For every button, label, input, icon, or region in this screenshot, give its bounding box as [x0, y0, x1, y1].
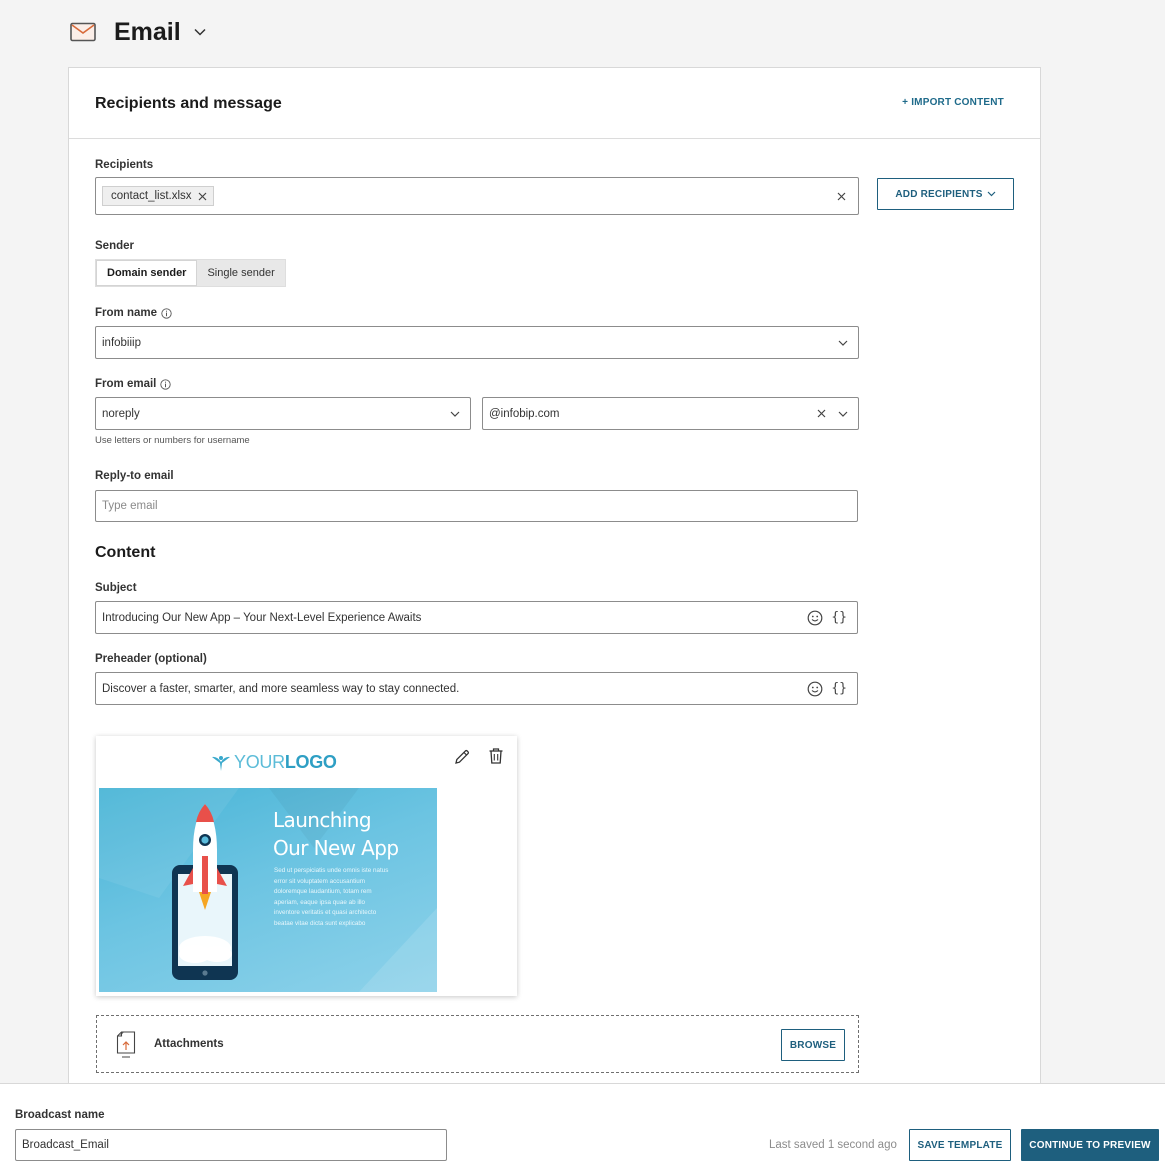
chevron-down-icon[interactable]	[450, 411, 460, 417]
username-hint: Use letters or numbers for username	[95, 435, 250, 446]
attachments-label: Attachments	[154, 1038, 224, 1050]
logo-mark-icon	[211, 754, 231, 772]
username-value: noreply	[102, 407, 140, 420]
from-name-label-text: From name	[95, 307, 157, 319]
preheader-value: Discover a faster, smarter, and more sea…	[102, 682, 460, 695]
sender-label: Sender	[95, 240, 134, 252]
recipients-label: Recipients	[95, 159, 154, 171]
pencil-icon[interactable]	[453, 748, 471, 766]
clear-icon[interactable]	[837, 192, 846, 201]
banner-title-line1: Launching	[273, 808, 372, 832]
broadcast-name-value: Broadcast_Email	[22, 1139, 109, 1151]
chip-remove-icon[interactable]	[198, 192, 207, 201]
add-recipients-button[interactable]: ADD RECIPIENTS	[877, 178, 1014, 210]
card-header: Recipients and message + IMPORT CONTENT	[69, 68, 1040, 139]
recipients-message-card: Recipients and message + IMPORT CONTENT …	[68, 67, 1041, 1097]
add-recipients-label: ADD RECIPIENTS	[895, 188, 983, 200]
subject-value: Introducing Our New App – Your Next-Leve…	[102, 611, 422, 624]
info-icon[interactable]	[161, 307, 172, 319]
envelope-icon	[70, 22, 96, 42]
template-banner-image: Launching Our New App Sed ut perspiciati…	[99, 788, 437, 992]
subject-input[interactable]: Introducing Our New App – Your Next-Leve…	[95, 601, 858, 634]
sender-toggle: Domain sender Single sender	[95, 259, 286, 287]
reply-to-placeholder: Type email	[102, 500, 158, 512]
chevron-down-icon	[987, 191, 996, 197]
info-icon[interactable]	[160, 378, 172, 390]
email-template-preview[interactable]: YOUR LOGO Launching Our New App Sed ut p…	[96, 736, 517, 996]
single-sender-option[interactable]: Single sender	[197, 260, 284, 286]
file-upload-icon	[116, 1031, 136, 1058]
template-logo: YOUR LOGO	[211, 752, 337, 773]
page-title: Email	[114, 17, 181, 46]
from-email-username-select[interactable]: noreply	[95, 397, 471, 430]
from-email-label: From email	[95, 378, 172, 390]
last-saved-text: Last saved 1 second ago	[769, 1139, 897, 1151]
from-name-value: infobiiip	[102, 336, 141, 349]
broadcast-name-label: Broadcast name	[15, 1109, 105, 1121]
placeholder-braces-icon[interactable]: {}	[831, 681, 847, 696]
placeholder-braces-icon[interactable]: {}	[831, 610, 847, 625]
chevron-down-icon[interactable]	[193, 27, 207, 37]
reply-to-input[interactable]: Type email	[95, 490, 858, 522]
emoji-icon[interactable]	[807, 681, 823, 697]
recipients-input[interactable]: contact_list.xlsx	[95, 177, 859, 215]
from-email-domain-select[interactable]: @infobip.com	[482, 397, 859, 430]
logo-text-bold: LOGO	[284, 752, 337, 772]
recipient-chip-label: contact_list.xlsx	[111, 190, 192, 202]
content-heading: Content	[95, 544, 156, 561]
clear-icon[interactable]	[817, 409, 826, 418]
domain-sender-option[interactable]: Domain sender	[96, 260, 198, 286]
recipient-chip: contact_list.xlsx	[102, 186, 214, 206]
domain-value: @infobip.com	[489, 407, 560, 420]
card-title: Recipients and message	[95, 95, 282, 112]
chevron-down-icon[interactable]	[838, 411, 848, 417]
broadcast-footer: Broadcast name Broadcast_Email Last save…	[0, 1083, 1165, 1172]
subject-label: Subject	[95, 582, 137, 594]
logo-text-light: YOUR	[234, 752, 285, 772]
reply-to-label: Reply-to email	[95, 470, 174, 482]
from-name-select[interactable]: infobiiip	[95, 326, 859, 359]
preheader-input[interactable]: Discover a faster, smarter, and more sea…	[95, 672, 858, 705]
from-name-label: From name	[95, 307, 172, 319]
banner-title-line2: Our New App	[273, 836, 399, 860]
broadcast-name-input[interactable]: Broadcast_Email	[15, 1129, 447, 1161]
trash-icon[interactable]	[488, 747, 504, 765]
attachments-dropzone[interactable]: Attachments BROWSE	[96, 1015, 859, 1073]
preheader-label: Preheader (optional)	[95, 653, 207, 665]
save-template-button[interactable]: SAVE TEMPLATE	[909, 1129, 1011, 1161]
emoji-icon[interactable]	[807, 610, 823, 626]
from-email-label-text: From email	[95, 378, 157, 390]
browse-button[interactable]: BROWSE	[781, 1029, 845, 1061]
continue-to-preview-button[interactable]: CONTINUE TO PREVIEW	[1021, 1129, 1159, 1161]
banner-body-text: Sed ut perspiciatis unde omnis iste natu…	[274, 867, 389, 927]
page-header: Email	[70, 14, 207, 50]
import-content-link[interactable]: + IMPORT CONTENT	[902, 97, 1004, 108]
banner-title: Launching Our New App	[273, 806, 399, 862]
chevron-down-icon[interactable]	[838, 340, 848, 346]
